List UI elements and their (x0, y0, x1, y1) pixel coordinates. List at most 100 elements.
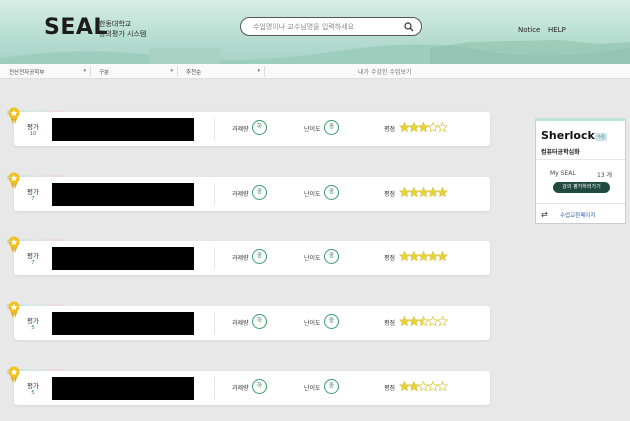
star-icon (417, 316, 430, 327)
course-card[interactable]: 평가 5 과제량 하 난이도 중 평점 (14, 371, 490, 405)
header: SEAL 한동대학교 강의평가 시스템 수업명이나 교수님명을 입력하세요 No… (0, 0, 630, 64)
difficulty-label: 난이도 (304, 191, 321, 198)
star-rating (399, 122, 449, 133)
divider (536, 203, 625, 204)
chevron-down-icon: ▾ (257, 68, 260, 74)
workload-badge: 중 (252, 185, 267, 200)
rating-label: 평가 (27, 188, 39, 196)
logo-subtitle: 한동대학교 강의평가 시스템 (99, 20, 147, 38)
star-icon (427, 122, 439, 133)
course-card[interactable]: 평가 7 과제량 중 난이도 중 평점 (14, 241, 490, 275)
redacted-course-title (52, 312, 194, 335)
filter-bar: 전산전자공학부 ▾ 구분 ▾ 추천순 ▾ (0, 64, 630, 79)
stars-label: 평점 (384, 385, 396, 392)
rating-count: 10 (29, 131, 37, 137)
star-rating (399, 316, 449, 327)
rating-label: 평가 (27, 252, 39, 260)
star-icon (408, 381, 420, 392)
star-icon (399, 187, 411, 198)
star-icon (427, 381, 439, 392)
redacted-course-title (52, 377, 194, 400)
profile-card: Sherlock 수정 컴퓨터공학심화 My SEAL 13 개 강의 평가하러… (535, 118, 626, 224)
stars-label: 평점 (384, 255, 396, 262)
star-medal-icon (8, 366, 20, 383)
rating-label: 평가 (27, 123, 39, 131)
profile-major: 컴퓨터공학심화 (541, 149, 580, 156)
star-icon (436, 381, 449, 392)
star-icon (417, 381, 430, 392)
difficulty-label: 난이도 (304, 126, 321, 133)
star-medal-icon (8, 301, 20, 318)
workload-badge: 중 (252, 249, 267, 264)
stars-label: 평점 (384, 320, 396, 327)
difficulty-badge: 중 (324, 120, 339, 135)
divider (214, 312, 215, 334)
redacted-course-title (52, 183, 194, 206)
course-card[interactable]: 평가 5 과제량 하 난이도 중 평점 (14, 306, 490, 340)
difficulty-label: 난이도 (304, 385, 321, 392)
star-icon (408, 122, 420, 133)
course-card[interactable]: 평가 10 과제량 하 난이도 중 평점 (14, 112, 490, 146)
workload-label: 과제량 (232, 191, 249, 198)
rating-label: 평가 (27, 382, 39, 390)
difficulty-label: 난이도 (304, 255, 321, 262)
search-placeholder: 수업명이나 교수님명을 입력하세요 (253, 23, 355, 31)
star-medal-icon (8, 107, 20, 124)
course-card[interactable]: 평가 7 과제량 중 난이도 중 평점 (14, 177, 490, 211)
difficulty-badge: 중 (324, 379, 339, 394)
star-rating (399, 251, 449, 262)
difficulty-badge: 중 (324, 249, 339, 264)
write-review-button[interactable]: 강의 평가하러가기 (553, 182, 610, 193)
swap-arrows-icon: ⇄ (541, 210, 548, 219)
divider (214, 377, 215, 399)
workload-label: 과제량 (232, 255, 249, 262)
search-input[interactable]: 수업명이나 교수님명을 입력하세요 (240, 17, 422, 36)
workload-label: 과제량 (232, 320, 249, 327)
star-icon (399, 381, 411, 392)
department-select[interactable]: 전산전자공학부 ▾ (6, 66, 91, 77)
star-icon (417, 187, 430, 198)
my-courses-link[interactable]: 내가 수강한 수업보기 (358, 67, 412, 76)
star-icon (399, 122, 411, 133)
workload-badge: 하 (252, 120, 267, 135)
difficulty-badge: 중 (324, 185, 339, 200)
star-medal-icon (8, 236, 20, 253)
star-icon (436, 187, 449, 198)
category-select[interactable]: 구분 ▾ (96, 66, 178, 77)
star-icon (427, 187, 439, 198)
stars-label: 평점 (384, 126, 396, 133)
edit-profile-button[interactable]: 수정 (595, 133, 607, 141)
divider (214, 247, 215, 269)
my-seal-label: My SEAL (550, 170, 576, 177)
divider (536, 159, 625, 160)
star-icon (436, 122, 449, 133)
search-icon[interactable] (404, 22, 414, 32)
chevron-down-icon: ▾ (170, 68, 173, 74)
star-icon (399, 251, 411, 262)
star-icon (436, 251, 449, 262)
star-rating (399, 187, 449, 198)
divider (214, 118, 215, 140)
nav-help[interactable]: HELP (548, 26, 566, 34)
star-icon (399, 316, 411, 327)
rating-count: 7 (31, 196, 35, 202)
star-icon (417, 251, 430, 262)
profile-name: Sherlock (541, 129, 595, 142)
chevron-down-icon: ▾ (83, 68, 86, 74)
workload-badge: 하 (252, 314, 267, 329)
course-exchange-link[interactable]: 수업교환페이지 (560, 211, 595, 219)
star-icon (417, 122, 430, 133)
star-icon (408, 251, 420, 262)
sort-select[interactable]: 추천순 ▾ (183, 66, 265, 77)
star-icon (408, 187, 420, 198)
workload-label: 과제량 (232, 385, 249, 392)
rating-count: 5 (31, 390, 35, 396)
campus-illustration (0, 40, 630, 64)
profile-accent-bar (535, 118, 626, 121)
rating-label: 평가 (27, 317, 39, 325)
rating-count: 7 (31, 260, 35, 266)
star-rating (399, 381, 449, 392)
star-icon (408, 316, 420, 327)
nav-notice[interactable]: Notice (518, 26, 540, 34)
my-seal-count: 13 개 (597, 172, 613, 179)
